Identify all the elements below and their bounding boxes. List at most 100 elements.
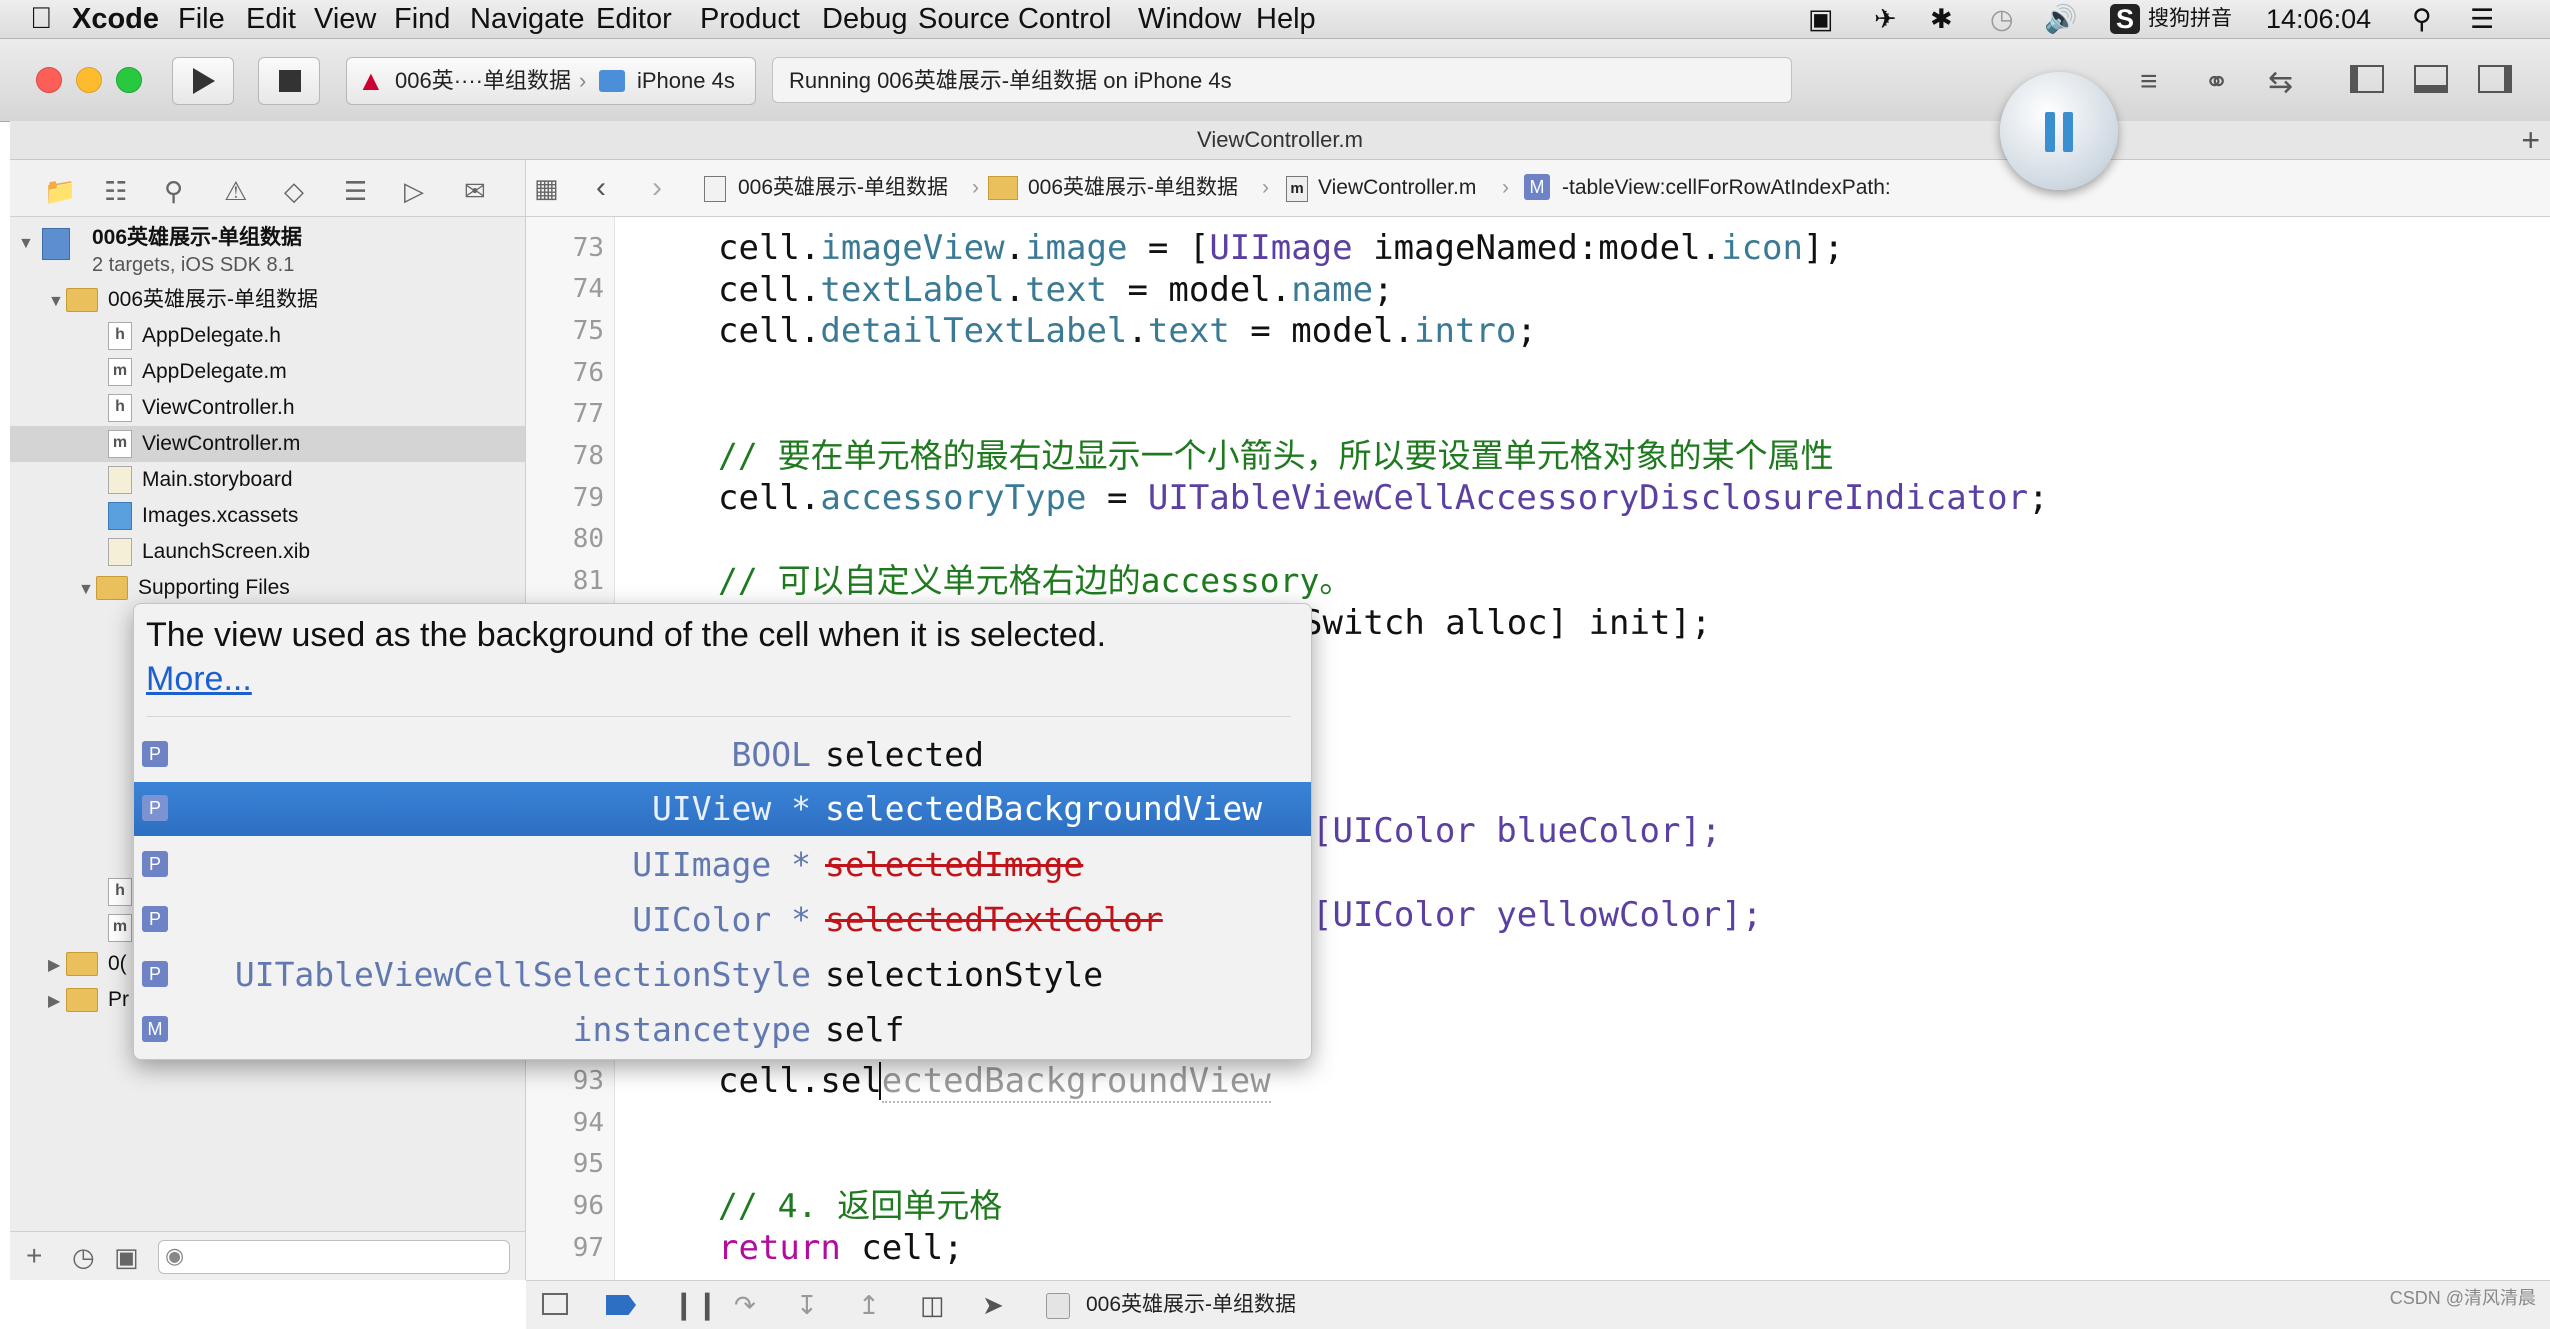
- hide-debug-area-icon[interactable]: [542, 1293, 568, 1315]
- bluetooth-icon[interactable]: ✱: [1930, 0, 1953, 38]
- scheme-selector[interactable]: ▲ 006英····单组数据 › iPhone 4s: [346, 57, 756, 105]
- activity-viewer: Running 006英雄展示-单组数据 on iPhone 4s: [772, 57, 1792, 103]
- step-over-icon[interactable]: ↷: [734, 1281, 756, 1329]
- disclosure-triangle-icon[interactable]: ▼: [18, 226, 36, 262]
- input-method-label[interactable]: 搜狗拼音: [2148, 0, 2232, 38]
- completion-item-selected[interactable]: P UIView * selectedBackgroundView: [134, 782, 1311, 836]
- recent-files-icon[interactable]: ◷: [72, 1242, 95, 1273]
- menu-product[interactable]: Product: [700, 0, 800, 38]
- menu-clock[interactable]: 14:06:04: [2266, 0, 2371, 38]
- source-control-filter-icon[interactable]: ▣: [114, 1242, 139, 1273]
- filter-input[interactable]: ◉: [158, 1240, 510, 1274]
- input-method-icon[interactable]: S: [2110, 4, 2140, 34]
- view-debugger-icon[interactable]: ◫: [920, 1281, 945, 1329]
- project-navigator-tab-icon[interactable]: 📁: [44, 176, 76, 207]
- completion-type: UIColor *: [632, 900, 811, 939]
- minimize-window-button[interactable]: [76, 67, 102, 93]
- time-machine-icon[interactable]: ◷: [1990, 0, 2014, 38]
- assistant-editor-icon[interactable]: ⚭: [2204, 65, 2229, 100]
- symbol-navigator-tab-icon[interactable]: ☷: [104, 176, 127, 207]
- forward-button[interactable]: ›: [652, 160, 662, 216]
- file-row[interactable]: Images.xcassets: [108, 498, 298, 534]
- disclosure-triangle-icon[interactable]: ▶: [48, 984, 66, 1020]
- file-row[interactable]: LaunchScreen.xib: [108, 534, 310, 570]
- line-number: 93: [572, 1066, 604, 1096]
- file-row[interactable]: h AppDelegate.h: [108, 318, 281, 354]
- target-app-icon: [1046, 1293, 1070, 1319]
- test-navigator-tab-icon[interactable]: ◇: [284, 176, 304, 207]
- back-button[interactable]: ‹: [596, 160, 606, 216]
- location-icon[interactable]: ➤: [982, 1281, 1004, 1329]
- recording-pause-button[interactable]: [2000, 72, 2118, 190]
- implementation-file-icon: m: [108, 358, 132, 387]
- disclosure-triangle-icon[interactable]: ▼: [78, 572, 96, 608]
- code-line: cell.detailTextLabel.text = model.intro;: [718, 311, 1537, 351]
- breakpoint-navigator-tab-icon[interactable]: ▷: [404, 176, 424, 207]
- report-navigator-tab-icon[interactable]: ✉: [464, 176, 486, 207]
- disclosure-triangle-icon[interactable]: ▶: [48, 948, 66, 984]
- file-row[interactable]: Main.storyboard: [108, 462, 293, 498]
- apple-icon[interactable]: : [30, 0, 53, 38]
- property-badge-icon: P: [142, 906, 168, 932]
- menu-file[interactable]: File: [178, 0, 225, 38]
- close-window-button[interactable]: [36, 67, 62, 93]
- completion-item[interactable]: P BOOL selected: [134, 728, 1311, 782]
- menu-view[interactable]: View: [314, 0, 376, 38]
- project-root-row[interactable]: ▼ 006英雄展示-单组数据 2 targets, iOS SDK 8.1: [18, 224, 302, 282]
- menu-find[interactable]: Find: [394, 0, 450, 38]
- related-items-icon[interactable]: ▦: [534, 160, 559, 216]
- standard-editor-icon[interactable]: ≡: [2140, 65, 2158, 99]
- zoom-window-button[interactable]: [116, 67, 142, 93]
- notification-center-icon[interactable]: ☰: [2470, 0, 2494, 38]
- property-badge-icon: P: [142, 851, 168, 877]
- menu-source-control[interactable]: Source Control: [918, 0, 1111, 38]
- completion-item-deprecated[interactable]: P UIImage * selectedImage: [134, 838, 1311, 892]
- step-into-icon[interactable]: ↧: [796, 1281, 818, 1329]
- volume-icon[interactable]: 🔊: [2044, 0, 2078, 38]
- add-tab-button[interactable]: +: [2521, 121, 2540, 159]
- group-row[interactable]: ▼ 006英雄展示-单组数据: [48, 282, 318, 318]
- step-out-icon[interactable]: ↥: [858, 1281, 880, 1329]
- menu-help[interactable]: Help: [1256, 0, 1316, 38]
- completion-more-link[interactable]: More...: [146, 660, 252, 699]
- pause-icon[interactable]: ❙❙: [672, 1281, 719, 1329]
- issue-navigator-tab-icon[interactable]: ⚠: [224, 176, 247, 207]
- breadcrumb-group[interactable]: 006英雄展示-单组数据: [1028, 160, 1238, 216]
- menu-editor[interactable]: Editor: [596, 0, 672, 38]
- completion-item[interactable]: P UITableViewCellSelectionStyle selectio…: [134, 948, 1311, 1002]
- version-editor-icon[interactable]: ⇆: [2268, 65, 2293, 100]
- file-row[interactable]: m AppDelegate.m: [108, 354, 287, 390]
- completion-item-deprecated[interactable]: P UIColor * selectedTextColor: [134, 893, 1311, 947]
- find-navigator-tab-icon[interactable]: ⚲: [164, 176, 183, 207]
- spotlight-icon[interactable]: ⚲: [2412, 0, 2432, 38]
- toggle-utilities-icon[interactable]: [2478, 65, 2512, 93]
- toggle-navigator-icon[interactable]: [2350, 65, 2384, 93]
- menu-navigate[interactable]: Navigate: [470, 0, 584, 38]
- stop-button[interactable]: [258, 57, 320, 105]
- run-button[interactable]: [172, 57, 234, 105]
- screen-record-icon[interactable]: ▣: [1808, 0, 1834, 38]
- breadcrumb-project[interactable]: 006英雄展示-单组数据: [738, 160, 948, 216]
- debug-target-label[interactable]: 006英雄展示-单组数据: [1086, 1281, 1296, 1329]
- chevron-right-icon: ›: [579, 68, 587, 93]
- breadcrumb-method[interactable]: -tableView:cellForRowAtIndexPath:: [1562, 160, 1891, 216]
- tab-viewcontroller-m[interactable]: ViewController.m: [1197, 127, 1363, 152]
- menu-debug[interactable]: Debug: [822, 0, 907, 38]
- file-row-selected[interactable]: m ViewController.m: [10, 426, 525, 462]
- group-row-partial[interactable]: ▶ 0(: [48, 946, 127, 982]
- file-row[interactable]: h ViewController.h: [108, 390, 295, 426]
- group-row-partial[interactable]: ▶ Pr: [48, 982, 129, 1018]
- toggle-debug-area-icon[interactable]: [2414, 65, 2448, 93]
- add-file-icon[interactable]: +: [26, 1240, 42, 1272]
- menu-window[interactable]: Window: [1138, 0, 1241, 38]
- debug-navigator-tab-icon[interactable]: ☰: [344, 176, 367, 207]
- menu-edit[interactable]: Edit: [246, 0, 296, 38]
- breakpoints-toggle-icon[interactable]: [606, 1295, 636, 1315]
- group-row[interactable]: ▼ Supporting Files: [78, 570, 290, 606]
- airplane-icon[interactable]: ✈: [1874, 0, 1897, 38]
- menu-app-name[interactable]: Xcode: [72, 0, 159, 38]
- disclosure-triangle-icon[interactable]: ▼: [48, 284, 66, 320]
- breadcrumb-file[interactable]: ViewController.m: [1318, 160, 1476, 216]
- completion-item[interactable]: M instancetype self: [134, 1003, 1311, 1057]
- tab-bar: ViewController.m +: [10, 121, 2550, 160]
